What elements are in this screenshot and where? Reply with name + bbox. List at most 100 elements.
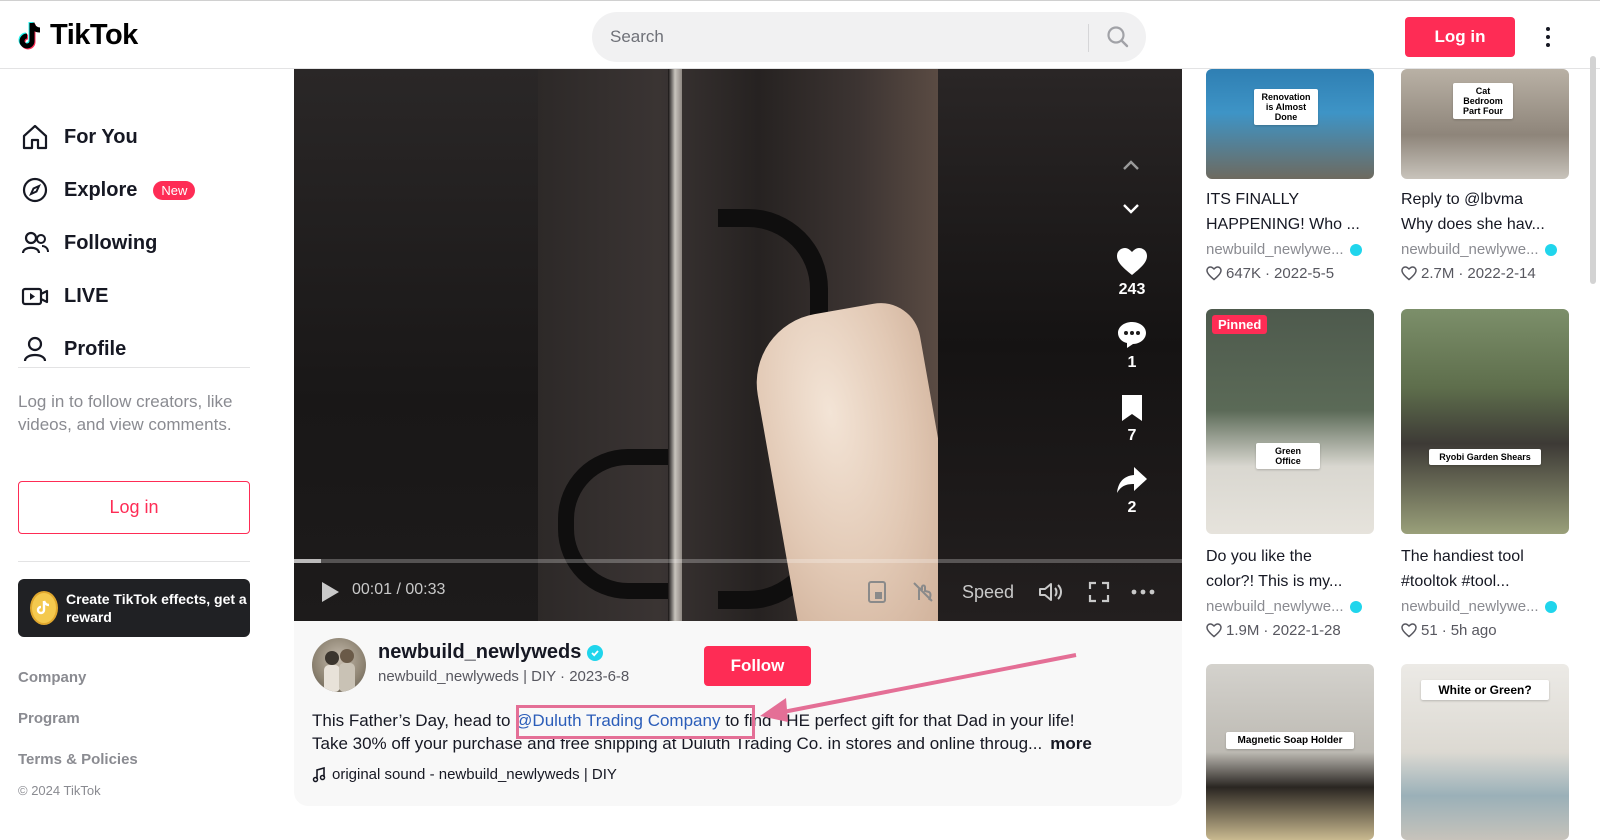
sound-link[interactable]: original sound - newbuild_newlyweds | DI… [312,766,617,783]
description-text: This Father’s Day, head to [312,711,516,730]
floating-player-button[interactable] [862,577,892,607]
save-button[interactable]: 7 [1104,393,1160,445]
video-author[interactable]: newbuild_newlywe... [1206,241,1362,258]
dot-icon [1546,35,1550,39]
autoscroll-button[interactable] [908,577,938,607]
verified-icon [587,644,604,661]
video-author[interactable]: newbuild_newlywe... [1401,241,1557,258]
sidebar-item-explore[interactable]: Explore New [20,170,196,210]
tiktok-note-icon [18,21,41,49]
login-button[interactable]: Log in [1405,17,1515,57]
post-date: 2022-1-28 [1272,622,1341,639]
scrollbar[interactable] [1590,56,1596,284]
post-date: 2022-5-5 [1274,265,1335,282]
related-video-card[interactable]: Ryobi Garden Shears The handiest tool #to… [1401,309,1569,639]
related-video-card[interactable]: Renovation is Almost Done ITS FINALLY HAP… [1206,69,1374,289]
tiktok-logo[interactable]: TikTok [18,19,138,52]
thumbnail-caption: Green Office [1256,443,1320,469]
pinned-badge: Pinned [1212,315,1268,334]
sidebar-item-following[interactable]: Following [20,223,157,263]
sidebar-item-label: For You [64,125,138,148]
video-thumbnail[interactable]: Pinned Green Office [1206,309,1374,534]
comment-count: 1 [1127,354,1137,371]
like-count: 243 [1118,281,1146,298]
video-author[interactable]: newbuild_newlywe... [1206,598,1362,615]
volume-button[interactable] [1034,577,1068,607]
fullscreen-button[interactable] [1084,577,1114,607]
more-menu-button[interactable] [1536,21,1560,53]
author-subtitle: newbuild_newlyweds | DIY · 2023-6-8 [378,668,630,685]
footer-link-program[interactable]: Program [18,710,80,727]
heart-outline-icon [1401,266,1417,281]
related-video-card[interactable]: Magnetic Soap Holder [1206,664,1374,840]
video-controls: 00:01 / 00:33 Speed [294,563,1182,621]
thumbnail-caption: Renovation is Almost Done [1254,89,1318,125]
play-button[interactable] [316,577,344,607]
video-stats: 1.9M · 2022-1-28 [1206,622,1341,639]
bookmark-icon [1122,395,1142,421]
like-button[interactable]: 243 [1104,247,1160,299]
search-input[interactable] [610,25,1070,49]
footer-link-terms[interactable]: Terms & Policies [18,751,138,768]
video-more-button[interactable] [1128,577,1158,607]
video-thumbnail[interactable]: Ryobi Garden Shears [1401,309,1569,534]
sidebar-item-label: Explore [64,178,138,201]
title-line: color?! This is my... [1206,573,1343,590]
video-thumbnail[interactable]: Magnetic Soap Holder [1206,664,1374,840]
title-line: ITS FINALLY [1206,191,1300,208]
sidebar-item-for-you[interactable]: For You [20,117,138,157]
search-button[interactable] [1094,17,1142,57]
sidebar-item-profile[interactable]: Profile [20,329,126,369]
heart-outline-icon [1206,266,1222,281]
video-author[interactable]: newbuild_newlywe... [1401,598,1557,615]
sidebar-login-button[interactable]: Log in [18,481,250,534]
more-link[interactable]: more [1050,734,1092,753]
verified-icon [1544,600,1557,613]
related-video-card[interactable]: White or Green? [1401,664,1569,840]
thumbnail-caption: Magnetic Soap Holder [1226,732,1354,749]
sidebar-item-live[interactable]: LIVE [20,276,108,316]
like-count: 2.7M [1421,265,1455,282]
sidebar-item-label: Following [64,231,158,254]
speed-button[interactable]: Speed [958,577,1018,607]
related-video-card[interactable]: Cat Bedroom Part Four Reply to @lbvma Why… [1401,69,1569,289]
video-thumbnail[interactable]: Renovation is Almost Done [1206,69,1374,179]
related-video-card[interactable]: Pinned Green Office Do you like the color… [1206,309,1374,639]
author-text: newbuild_newlywe... [1206,598,1344,615]
video-player[interactable]: 243 1 7 2 00:01 / 00:33 Speed [294,69,1182,621]
like-count: 647K [1226,265,1262,282]
pip-icon [868,581,886,603]
next-video-button[interactable] [1118,196,1144,222]
avatar[interactable] [312,638,366,692]
sidebar-divider [18,367,250,368]
top-header: TikTok Log in [0,0,1600,69]
video-frame[interactable] [538,69,938,621]
verified-icon [1349,600,1362,613]
share-button[interactable]: 2 [1104,465,1160,517]
sidebar-divider [18,561,250,562]
dot-icon [1546,43,1550,47]
post-info-card: newbuild_newlyweds newbuild_newlyweds | … [294,621,1182,806]
sidebar-item-label: Profile [64,337,127,360]
sound-name: original sound - newbuild_newlyweds | DI… [332,766,617,783]
swipe-icon [913,582,933,602]
thumbnail-caption: Ryobi Garden Shears [1429,449,1541,465]
video-title: The handiest tool #tooltok #tool... [1401,544,1569,594]
previous-video-button[interactable] [1118,152,1144,178]
fullscreen-icon [1088,581,1110,603]
footer-link-company[interactable]: Company [18,669,86,686]
effects-banner[interactable]: Create TikTok effects, get a reward [18,579,250,637]
share-icon [1117,467,1147,493]
video-thumbnail[interactable]: White or Green? [1401,664,1569,840]
author-username: newbuild_newlyweds [378,641,582,663]
title-line: The handiest tool [1401,548,1524,565]
author-name[interactable]: newbuild_newlyweds [378,641,604,664]
separator: · [1265,265,1271,282]
comment-button[interactable]: 1 [1104,320,1160,372]
live-icon [21,287,49,306]
video-blur-left [294,69,540,621]
follow-button[interactable]: Follow [704,646,811,686]
video-thumbnail[interactable]: Cat Bedroom Part Four [1401,69,1569,179]
heart-icon [1117,248,1147,275]
home-icon [22,124,48,150]
